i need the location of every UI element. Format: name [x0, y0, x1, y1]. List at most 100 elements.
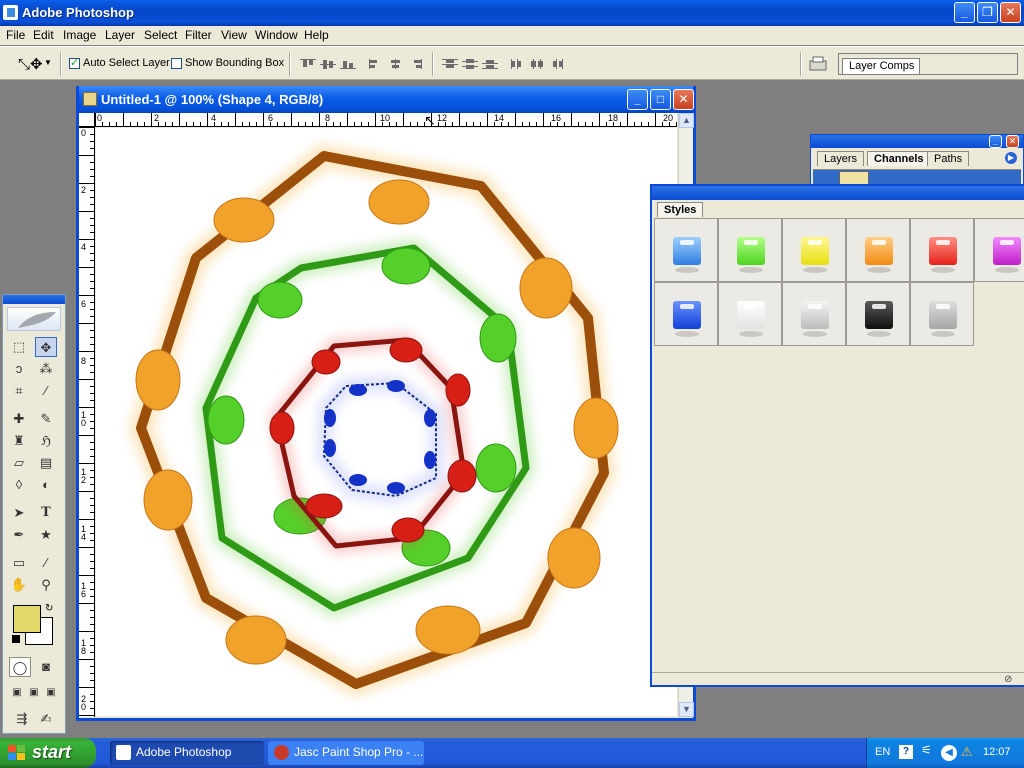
move-tool-icon[interactable]: ✥ [35, 337, 57, 357]
dodge-tool-icon[interactable]: ◐ [35, 475, 57, 495]
network-warning-icon[interactable]: ⚠ [961, 744, 973, 760]
scroll-down-arrow-icon[interactable]: ▼ [679, 702, 694, 717]
foreground-color-swatch[interactable] [13, 605, 41, 633]
zoom-tool-icon[interactable]: ⚲ [35, 575, 57, 595]
menu-window[interactable]: Window [255, 28, 298, 42]
menu-view[interactable]: View [221, 28, 247, 42]
notes-tool-icon[interactable]: ▭ [8, 553, 30, 573]
tab-layers[interactable]: Layers [817, 151, 865, 166]
horizontal-ruler[interactable]: 0 2 4 6 8 10 12 14 16 18 20 [95, 113, 677, 127]
custom-shape-tool-icon[interactable]: ★ [35, 525, 57, 545]
scroll-up-arrow-icon[interactable]: ▲ [679, 113, 694, 128]
distribute-top-edges-icon[interactable] [442, 59, 458, 69]
style-swatch-blue[interactable] [654, 218, 718, 282]
align-left-edges-icon[interactable] [368, 59, 384, 69]
help-icon[interactable]: ? [899, 745, 913, 759]
styles-panel-title-bar[interactable] [652, 186, 1024, 200]
delete-style-icon[interactable]: ⊘ [1004, 674, 1012, 685]
document-maximize-button[interactable]: □ [650, 89, 671, 110]
language-indicator[interactable]: EN [875, 746, 890, 758]
pen-tool-icon[interactable]: ✒ [8, 525, 30, 545]
distribute-bottom-edges-icon[interactable] [482, 59, 498, 69]
menu-select[interactable]: Select [144, 28, 177, 42]
align-horizontal-centers-icon[interactable] [388, 59, 404, 69]
panel-menu-arrow-icon[interactable]: ▶ [1005, 152, 1017, 164]
style-swatch-white[interactable] [718, 282, 782, 346]
document-minimize-button[interactable]: _ [627, 89, 648, 110]
full-screen-menu-mode-icon[interactable]: ▣ [25, 683, 43, 703]
style-swatch-orange[interactable] [846, 218, 910, 282]
eraser-tool-icon[interactable]: ▱ [8, 453, 30, 473]
history-brush-tool-icon[interactable]: ℌ [35, 431, 57, 451]
imageready-brush-icon[interactable]: ✍ [35, 709, 57, 729]
app-title-bar[interactable]: Adobe Photoshop _ ❐ ✕ [0, 0, 1024, 26]
move-tool-preset-icon[interactable]: ⤡✥ [18, 55, 43, 73]
image-canvas[interactable] [96, 128, 677, 716]
document-close-button[interactable]: ✕ [673, 89, 694, 110]
swap-colors-icon[interactable]: ↻ [45, 603, 53, 614]
layer-comps-tab[interactable]: Layer Comps [842, 58, 920, 74]
distribute-right-edges-icon[interactable] [550, 59, 566, 69]
chevron-down-icon[interactable]: ▼ [44, 58, 52, 67]
menu-help[interactable]: Help [304, 28, 329, 42]
restore-button[interactable]: ❐ [977, 2, 998, 23]
style-swatch-silver[interactable] [782, 282, 846, 346]
menu-layer[interactable]: Layer [105, 28, 135, 42]
taskbar-item-paint-shop-pro[interactable]: Jasc Paint Shop Pro - ... [268, 741, 424, 765]
clone-stamp-tool-icon[interactable]: ♜ [8, 431, 30, 451]
panel-minimize-button[interactable]: _ [989, 135, 1002, 148]
eyedropper-tool-icon[interactable]: ⁄ [35, 553, 57, 573]
magic-wand-tool-icon[interactable]: ⁂ [35, 359, 57, 379]
hand-tool-icon[interactable]: ✋ [8, 575, 30, 595]
align-right-edges-icon[interactable] [408, 59, 424, 69]
file-browser-icon[interactable] [808, 55, 828, 73]
blue-ring-shape[interactable] [316, 375, 443, 504]
volume-icon[interactable]: ⚟ [921, 743, 932, 757]
lasso-tool-icon[interactable]: ↄ [8, 359, 30, 379]
standard-screen-mode-icon[interactable]: ▣ [8, 683, 26, 703]
style-swatch-red[interactable] [910, 218, 974, 282]
vertical-ruler[interactable]: 0 2 4 6 8 1 0 1 2 1 4 1 6 1 8 2 0 [79, 127, 95, 717]
full-screen-mode-icon[interactable]: ▣ [42, 683, 60, 703]
type-tool-icon[interactable]: T [35, 503, 57, 523]
style-swatch-dark-blue[interactable] [654, 282, 718, 346]
minimize-button[interactable]: _ [954, 2, 975, 23]
crop-tool-icon[interactable]: ⌗ [8, 381, 30, 401]
marquee-tool-icon[interactable]: ⬚ [8, 337, 30, 357]
path-selection-tool-icon[interactable]: ➤ [8, 503, 30, 523]
taskbar-item-photoshop[interactable]: Adobe Photoshop [110, 741, 264, 765]
distribute-vertical-centers-icon[interactable] [462, 59, 478, 69]
style-swatch-gray[interactable] [910, 282, 974, 346]
style-swatch-black[interactable] [846, 282, 910, 346]
menu-edit[interactable]: Edit [33, 28, 54, 42]
healing-brush-tool-icon[interactable]: ✚ [8, 409, 30, 429]
panel-close-button[interactable]: ✕ [1006, 135, 1019, 148]
document-title-bar[interactable]: Untitled-1 @ 100% (Shape 4, RGB/8) _ □ ✕ [79, 86, 694, 113]
style-swatch-purple[interactable] [974, 218, 1024, 282]
style-swatch-yellow[interactable] [782, 218, 846, 282]
show-bounding-box-checkbox[interactable] [171, 58, 182, 69]
align-top-edges-icon[interactable] [300, 59, 316, 69]
tab-paths[interactable]: Paths [927, 151, 970, 166]
brush-tool-icon[interactable]: ✎ [35, 409, 57, 429]
toolbox-title-bar[interactable] [3, 295, 65, 304]
channel-row[interactable] [813, 169, 1021, 185]
standard-mode-icon[interactable]: ◯ [9, 657, 31, 677]
slice-tool-icon[interactable]: ∕ [35, 381, 57, 401]
align-vertical-centers-icon[interactable] [320, 59, 336, 69]
blur-tool-icon[interactable]: ◊ [8, 475, 30, 495]
default-colors-icon[interactable] [12, 635, 20, 643]
adobe-online-feather-icon[interactable] [7, 307, 61, 331]
close-button[interactable]: ✕ [1000, 2, 1021, 23]
distribute-left-edges-icon[interactable] [510, 59, 526, 69]
menu-file[interactable]: File [6, 28, 25, 42]
align-bottom-edges-icon[interactable] [340, 59, 356, 69]
auto-select-layer-checkbox[interactable] [69, 56, 80, 69]
menu-filter[interactable]: Filter [185, 28, 212, 42]
panel-title-bar[interactable]: _ ✕ [811, 135, 1023, 148]
quick-mask-mode-icon[interactable]: ◙ [35, 657, 57, 677]
start-button[interactable]: start [0, 738, 96, 768]
show-hidden-icons-icon[interactable]: ◀ [941, 745, 957, 761]
distribute-horizontal-centers-icon[interactable] [530, 59, 546, 69]
ruler-origin[interactable] [79, 113, 95, 127]
